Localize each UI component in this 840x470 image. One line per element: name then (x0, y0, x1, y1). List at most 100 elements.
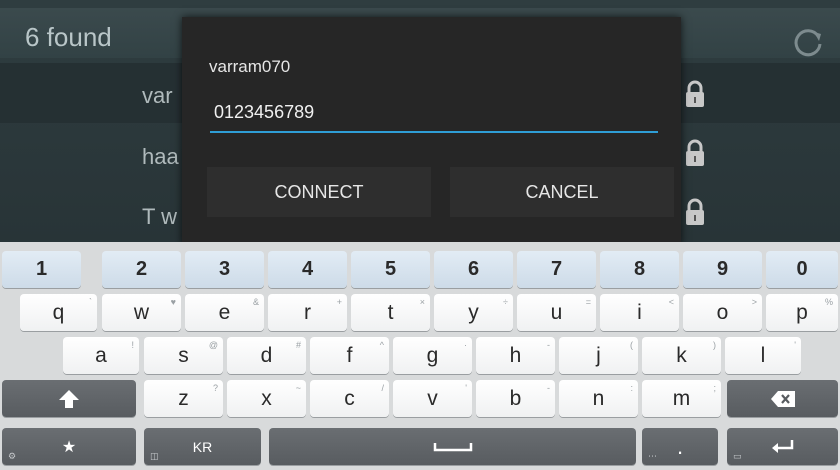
key-7[interactable]: 7 (517, 251, 596, 288)
key-label: b (509, 386, 522, 410)
period-key[interactable]: . ⋯ (642, 428, 718, 465)
key-y[interactable]: y ÷ (434, 294, 513, 331)
key-k[interactable]: k) (642, 337, 721, 374)
space-key[interactable] (269, 428, 636, 465)
key-o[interactable]: o > (683, 294, 762, 331)
key-label: j (596, 343, 601, 367)
key-n[interactable]: n: (559, 380, 638, 417)
key-label: y (468, 300, 479, 324)
key-sub-label: ` (89, 297, 92, 307)
password-field[interactable] (210, 93, 658, 133)
key-i[interactable]: i < (600, 294, 679, 331)
key-z[interactable]: z? (144, 380, 223, 417)
key-s[interactable]: s @ (144, 337, 223, 374)
network-name: T w (142, 204, 178, 229)
key-label: 1 (35, 258, 48, 280)
key-sub-label: ' (794, 340, 796, 350)
key-x[interactable]: x ~ (227, 380, 306, 417)
key-label: 9 (716, 258, 729, 280)
key-sub-label: - (547, 383, 550, 393)
key-e[interactable]: e & (185, 294, 264, 331)
key-sub-label: @ (208, 340, 218, 350)
key-6[interactable]: 6 (434, 251, 513, 288)
key-m[interactable]: m; (642, 380, 721, 417)
key-label: q (52, 300, 65, 324)
key-sub-label: = (585, 297, 591, 307)
key-a[interactable]: a! (63, 337, 139, 374)
key-sub-label: ? (212, 383, 218, 393)
key-label: u (550, 300, 563, 324)
key-label: e (218, 300, 231, 324)
key-g[interactable]: g · (393, 337, 472, 374)
found-count: 6 found (25, 22, 112, 52)
key-label: v (427, 386, 438, 410)
key-sub-label: ! (131, 340, 134, 350)
key-v[interactable]: v ' (393, 380, 472, 417)
keyboard-mini-icon: ▭ (733, 451, 742, 461)
key-d[interactable]: d # (227, 337, 306, 374)
shift-icon (59, 389, 79, 408)
key-h[interactable]: h- (476, 337, 555, 374)
key-label: 3 (218, 258, 231, 280)
key-sub-label: × (419, 297, 425, 307)
soft-keyboard: 1 2 3 4 5 6 7 8 9 0 q ` w ♥ e & r + t × y ÷ u =… (0, 242, 840, 470)
key-f[interactable]: f ^ (310, 337, 389, 374)
key-sub-label: / (381, 383, 384, 393)
key-4[interactable]: 4 (268, 251, 347, 288)
key-p[interactable]: p% (766, 294, 838, 331)
key-label: g (426, 343, 439, 367)
key-1[interactable]: 1 (2, 251, 81, 288)
network-name: var (142, 83, 173, 108)
period-label: . (676, 433, 684, 459)
connect-button[interactable]: CONNECT (207, 167, 431, 217)
enter-icon (771, 439, 793, 453)
key-label: i (637, 300, 642, 324)
key-c[interactable]: c / (310, 380, 389, 417)
language-key[interactable]: KR ◫ (144, 428, 261, 465)
key-label: p (796, 300, 808, 324)
key-sub-label: ; (713, 383, 716, 393)
key-label: o (716, 300, 729, 324)
key-3[interactable]: 3 (185, 251, 264, 288)
key-q[interactable]: q ` (20, 294, 97, 331)
key-sub-label: ' (465, 383, 467, 393)
key-sub-label: ^ (379, 340, 384, 350)
key-l[interactable]: l ' (725, 337, 801, 374)
key-sub-label: ) (713, 340, 716, 350)
network-name: haa (142, 144, 179, 169)
backspace-key[interactable] (727, 380, 838, 417)
cancel-button[interactable]: CANCEL (450, 167, 674, 217)
backspace-icon (770, 390, 795, 407)
key-sub-label: - (547, 340, 550, 350)
dialog-title: varram070 (209, 57, 291, 76)
lock-icon (686, 139, 704, 166)
key-9[interactable]: 9 (683, 251, 762, 288)
key-sub-label: ( (630, 340, 633, 350)
key-sub-label: < (668, 297, 674, 307)
key-label: 8 (633, 258, 646, 280)
key-2[interactable]: 2 (102, 251, 181, 288)
key-label: x (261, 386, 272, 410)
key-sub-label: · (464, 340, 467, 350)
key-sub-label: > (751, 297, 757, 307)
key-label: l (760, 343, 766, 367)
key-t[interactable]: t × (351, 294, 430, 331)
key-j[interactable]: j( (559, 337, 638, 374)
key-b[interactable]: b- (476, 380, 555, 417)
symbols-key[interactable]: ★ ⚙ (2, 428, 136, 465)
key-5[interactable]: 5 (351, 251, 430, 288)
key-label: s (178, 343, 189, 367)
enter-key[interactable]: ▭ (727, 428, 838, 465)
key-u[interactable]: u = (517, 294, 596, 331)
more-dots-icon: ⋯ (648, 451, 657, 461)
language-mini-icon: ◫ (150, 451, 159, 461)
shift-key[interactable] (2, 380, 136, 417)
key-sub-label: % (824, 297, 833, 307)
key-sub-label: ~ (295, 383, 301, 393)
key-r[interactable]: r + (268, 294, 347, 331)
key-0[interactable]: 0 (766, 251, 838, 288)
refresh-icon[interactable] (788, 22, 828, 62)
key-8[interactable]: 8 (600, 251, 679, 288)
key-label: 0 (796, 258, 808, 280)
key-w[interactable]: w ♥ (102, 294, 181, 331)
